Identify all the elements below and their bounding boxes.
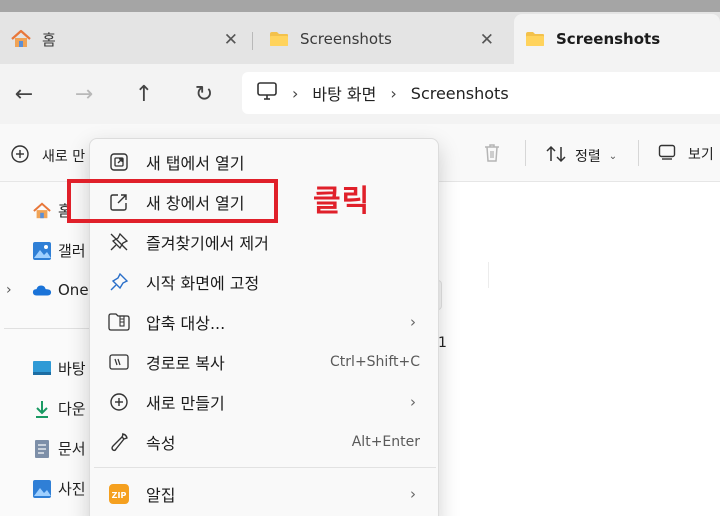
highlight-box (67, 179, 278, 223)
refresh-icon[interactable]: ↻ (192, 82, 216, 107)
chevron-right-icon: › (410, 485, 416, 503)
annotation-label: 클릭 (313, 184, 371, 219)
copy-path-icon (106, 349, 132, 375)
breadcrumb-item[interactable]: 바탕 화면 (312, 81, 376, 105)
chevron-right-icon: › (410, 393, 416, 411)
onedrive-icon (32, 280, 52, 300)
menu-separator (94, 467, 436, 468)
menu-label: 새로 만들기 (146, 394, 225, 413)
menu-shortcut: Alt+Enter (351, 434, 420, 450)
navigation-pane: 홈 갤러 › OneI 바탕 다운 문서 사진 (0, 182, 96, 516)
navpane-label: 갤러 (58, 242, 86, 260)
navpane-label: 다운 (58, 400, 86, 418)
tab-label: 홈 (42, 30, 56, 49)
plus-circle-icon (10, 144, 30, 168)
computer-icon (256, 81, 278, 105)
address-bar[interactable]: › 바탕 화면 › Screenshots (242, 72, 720, 114)
divider (4, 328, 96, 329)
back-arrow-icon[interactable]: ← (12, 82, 36, 107)
pin-icon (106, 269, 132, 295)
up-arrow-icon[interactable]: ↑ (132, 82, 156, 107)
trash-icon (482, 142, 502, 168)
menu-item-alzip[interactable]: ZIP 알집 › (94, 475, 436, 513)
folder-icon (268, 29, 290, 49)
divider (525, 140, 526, 166)
breadcrumb-item[interactable]: Screenshots (411, 84, 509, 103)
sort-icon (545, 144, 567, 168)
home-icon (10, 29, 32, 49)
menu-label: 즐겨찾기에서 제거 (146, 234, 269, 253)
chevron-right-icon: › (410, 313, 416, 331)
navpane-item-gallery[interactable]: 갤러 (32, 240, 86, 261)
chevron-right-icon[interactable]: › (292, 84, 298, 103)
svg-text:ZIP: ZIP (112, 491, 127, 500)
navpane-item-home[interactable]: 홈 (32, 200, 72, 221)
view-icon (658, 144, 676, 164)
menu-label: 시작 화면에 고정 (146, 274, 260, 293)
column-divider (488, 262, 489, 288)
navpane-item-desktop[interactable]: 바탕 (32, 358, 86, 379)
menu-item-open-new-tab[interactable]: 새 탭에서 열기 (94, 143, 436, 181)
open-new-tab-icon (106, 149, 132, 175)
menu-label: 경로로 복사 (146, 354, 225, 373)
tab-screenshots-active[interactable]: Screenshots (514, 14, 720, 64)
menu-label: 압축 대상... (146, 314, 226, 333)
wrench-icon (106, 429, 132, 455)
plus-circle-icon (106, 389, 132, 415)
folder-icon (524, 29, 546, 49)
sort-button[interactable]: 정렬 ⌄ (545, 144, 617, 168)
menu-label: 속성 (146, 434, 176, 453)
new-button[interactable]: 새로 만 (10, 144, 85, 168)
tab-label: Screenshots (300, 30, 392, 48)
menu-shortcut: Ctrl+Shift+C (330, 354, 420, 370)
view-button[interactable]: 보기 (658, 144, 714, 164)
new-label: 새로 만 (42, 149, 86, 165)
navpane-label: 사진 (58, 480, 86, 498)
pictures-icon (32, 479, 52, 499)
unpin-icon (106, 229, 132, 255)
chevron-right-icon[interactable]: › (390, 84, 396, 103)
forward-arrow-icon[interactable]: → (72, 82, 96, 107)
navpane-label: 문서 (58, 440, 86, 458)
sort-label: 정렬 (575, 149, 601, 165)
navpane-item-onedrive[interactable]: OneI (32, 280, 93, 300)
navpane-item-documents[interactable]: 문서 (32, 438, 86, 459)
navpane-label: 바탕 (58, 360, 86, 378)
menu-label: 새 탭에서 열기 (146, 154, 245, 173)
download-icon (32, 399, 52, 419)
menu-item-pin-start[interactable]: 시작 화면에 고정 (94, 263, 436, 301)
close-icon[interactable]: ✕ (480, 30, 494, 50)
zip-folder-icon (106, 309, 132, 335)
chevron-down-icon: ⌄ (608, 150, 618, 162)
document-icon (32, 439, 52, 459)
navpane-item-pictures[interactable]: 사진 (32, 478, 86, 499)
gallery-icon (32, 241, 52, 261)
file-item-text: 1 (438, 335, 447, 351)
chevron-right-icon[interactable]: › (6, 282, 12, 298)
navpane-item-downloads[interactable]: 다운 (32, 398, 86, 419)
menu-item-compress[interactable]: 압축 대상... › (94, 303, 436, 341)
menu-item-copy-path[interactable]: 경로로 복사 Ctrl+Shift+C (94, 343, 436, 381)
home-icon (32, 201, 52, 221)
tab-label: Screenshots (556, 30, 661, 48)
tab-home[interactable]: 홈 ✕ (0, 14, 252, 64)
menu-item-properties[interactable]: 속성 Alt+Enter (94, 423, 436, 461)
desktop-icon (32, 359, 52, 379)
alzip-icon: ZIP (106, 481, 132, 507)
navpane-label: OneI (58, 281, 93, 299)
menu-item-remove-favorites[interactable]: 즐겨찾기에서 제거 (94, 223, 436, 261)
navigation-bar: ← → ↑ ↻ › 바탕 화면 › Screenshots (0, 64, 720, 124)
menu-label: 알집 (146, 486, 176, 505)
divider (638, 140, 639, 166)
tab-screenshots[interactable]: Screenshots ✕ (252, 14, 508, 64)
menu-item-new[interactable]: 새로 만들기 › (94, 383, 436, 421)
delete-button[interactable] (482, 142, 502, 168)
view-label: 보기 (688, 147, 714, 163)
close-icon[interactable]: ✕ (224, 30, 238, 50)
